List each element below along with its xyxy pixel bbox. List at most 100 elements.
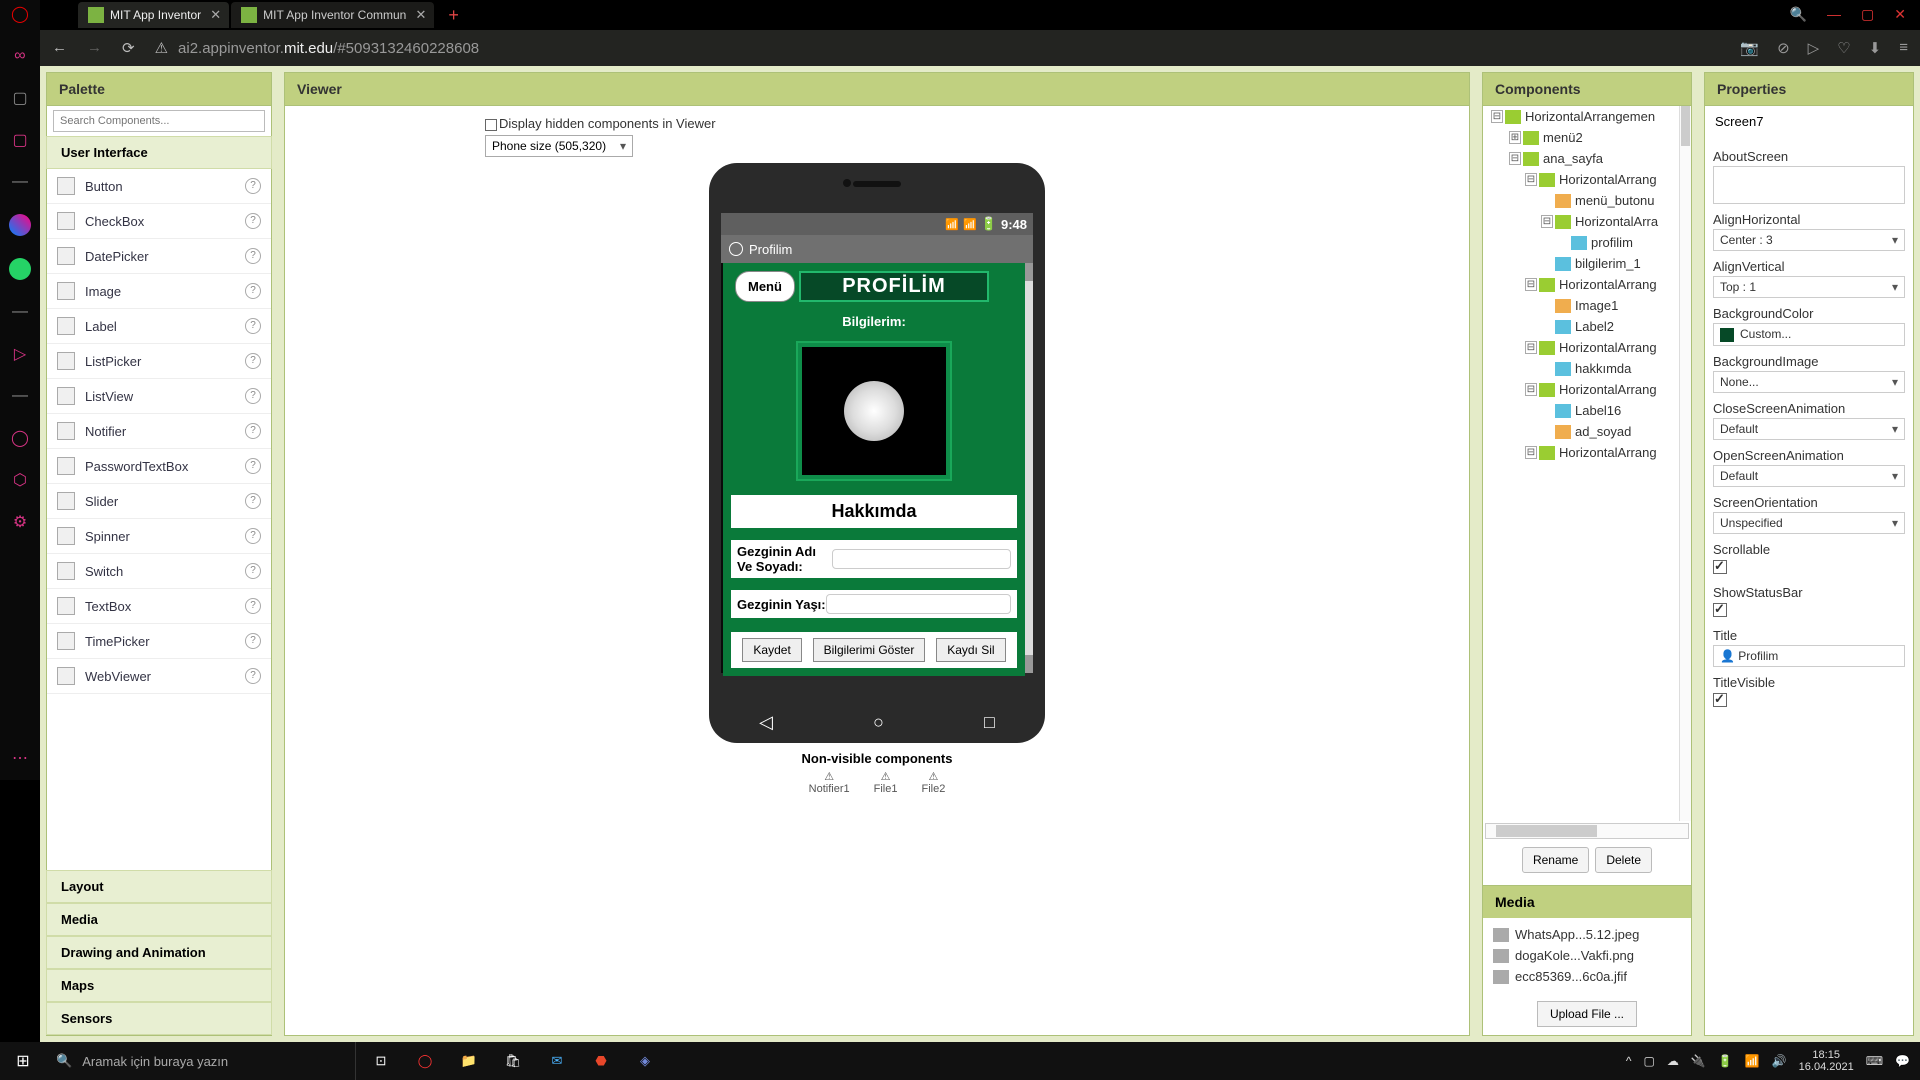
- palette-item-label[interactable]: Label?: [47, 309, 271, 344]
- prop-backgroundimage[interactable]: None...: [1713, 371, 1905, 393]
- play-icon[interactable]: ▷: [10, 344, 30, 364]
- briefcase-icon[interactable]: ▢: [10, 88, 30, 108]
- display-hidden-checkbox[interactable]: Display hidden components in Viewer: [485, 116, 716, 131]
- expand-icon[interactable]: ⊟: [1525, 383, 1537, 396]
- category-user-interface[interactable]: User Interface: [46, 136, 272, 169]
- url-field[interactable]: ⚠ ai2.appinventor.mit.edu/#5093132460228…: [155, 39, 1741, 57]
- palette-item-checkbox[interactable]: CheckBox?: [47, 204, 271, 239]
- help-icon[interactable]: ?: [245, 668, 261, 684]
- wifi-tray-icon[interactable]: 📶: [1745, 1054, 1760, 1068]
- chevron-up-icon[interactable]: ^: [1626, 1054, 1632, 1068]
- category-layout[interactable]: Layout: [46, 870, 272, 903]
- expand-icon[interactable]: ⊟: [1525, 278, 1537, 291]
- gear-icon[interactable]: ⚙: [10, 512, 30, 532]
- tab-close-icon[interactable]: ✕: [415, 7, 426, 23]
- palette-item-spinner[interactable]: Spinner?: [47, 519, 271, 554]
- prop-aboutscreen[interactable]: [1713, 166, 1905, 204]
- onedrive-icon[interactable]: ☁: [1667, 1054, 1679, 1068]
- help-icon[interactable]: ?: [245, 633, 261, 649]
- help-icon[interactable]: ?: [245, 388, 261, 404]
- palette-item-listpicker[interactable]: ListPicker?: [47, 344, 271, 379]
- delete-button[interactable]: Delete: [1595, 847, 1652, 873]
- palette-item-notifier[interactable]: Notifier?: [47, 414, 271, 449]
- help-icon[interactable]: ?: [245, 248, 261, 264]
- whatsapp-icon[interactable]: [9, 258, 31, 280]
- help-icon[interactable]: ?: [245, 283, 261, 299]
- category-sensors[interactable]: Sensors: [46, 1002, 272, 1035]
- tray-icon[interactable]: ▢: [1644, 1054, 1655, 1068]
- help-icon[interactable]: ?: [245, 598, 261, 614]
- taskview-icon[interactable]: ⊡: [364, 1046, 398, 1076]
- nonvisible-notifier1[interactable]: ⚠Notifier1: [809, 770, 850, 795]
- gx-icon[interactable]: ∞: [10, 46, 30, 66]
- expand-icon[interactable]: ⊟: [1525, 446, 1537, 459]
- palette-item-datepicker[interactable]: DatePicker?: [47, 239, 271, 274]
- reload-icon[interactable]: ⟳: [122, 39, 135, 57]
- palette-item-timepicker[interactable]: TimePicker?: [47, 624, 271, 659]
- tree-node[interactable]: ad_soyad: [1539, 421, 1691, 442]
- help-icon[interactable]: ?: [245, 423, 261, 439]
- more-icon[interactable]: ⋯: [10, 748, 30, 768]
- prop-titlevisible[interactable]: [1713, 693, 1727, 707]
- prop-closescreenanimation[interactable]: Default: [1713, 418, 1905, 440]
- help-icon[interactable]: ?: [245, 318, 261, 334]
- maximize-icon[interactable]: ▢: [1861, 6, 1874, 23]
- opera-icon[interactable]: ◯: [10, 4, 30, 24]
- prop-backgroundcolor[interactable]: Custom...: [1713, 323, 1905, 346]
- messenger-icon[interactable]: [9, 214, 31, 236]
- components-tree[interactable]: ⊟HorizontalArrangemen⊞menü2⊟ana_sayfa⊟Ho…: [1483, 106, 1691, 821]
- explorer-icon[interactable]: 📁: [452, 1046, 486, 1076]
- send-icon[interactable]: ▷: [1808, 39, 1820, 57]
- search-icon[interactable]: 🔍: [1790, 6, 1807, 23]
- category-maps[interactable]: Maps: [46, 969, 272, 1002]
- expand-icon[interactable]: ⊟: [1541, 215, 1553, 228]
- taskbar-search[interactable]: 🔍 Aramak için buraya yazın: [46, 1042, 356, 1080]
- tree-node[interactable]: ⊞menü2: [1507, 127, 1691, 148]
- volume-icon[interactable]: 🔊: [1772, 1054, 1787, 1068]
- nonvisible-file1[interactable]: ⚠File1: [874, 770, 898, 795]
- media-file[interactable]: ecc85369...6c0a.jfif: [1493, 966, 1681, 987]
- close-icon[interactable]: ✕: [1894, 6, 1906, 23]
- usb-icon[interactable]: 🔌: [1691, 1054, 1706, 1068]
- tab-community[interactable]: MIT App Inventor Commun ✕: [231, 2, 434, 28]
- age-input[interactable]: [826, 594, 1011, 614]
- mail-icon[interactable]: ✉: [540, 1046, 574, 1076]
- tree-node[interactable]: menü_butonu: [1539, 190, 1691, 211]
- heart-icon[interactable]: ♡: [1837, 39, 1850, 57]
- office-icon[interactable]: ⬣: [584, 1046, 618, 1076]
- palette-item-passwordtextbox[interactable]: PasswordTextBox?: [47, 449, 271, 484]
- expand-icon[interactable]: ⊟: [1525, 341, 1537, 354]
- minimize-icon[interactable]: —: [1827, 6, 1841, 23]
- tree-node[interactable]: ⊟HorizontalArrang: [1523, 337, 1691, 358]
- tree-node[interactable]: bilgilerim_1: [1539, 253, 1691, 274]
- name-input[interactable]: [832, 549, 1011, 569]
- back-icon[interactable]: ←: [52, 39, 67, 57]
- preview-scrollbar[interactable]: [1025, 263, 1033, 673]
- goster-button[interactable]: Bilgilerimi Göster: [813, 638, 926, 662]
- nonvisible-file2[interactable]: ⚠File2: [921, 770, 945, 795]
- palette-item-image[interactable]: Image?: [47, 274, 271, 309]
- cube-icon[interactable]: ⬡: [10, 470, 30, 490]
- kaydet-button[interactable]: Kaydet: [742, 638, 801, 662]
- help-icon[interactable]: ?: [245, 493, 261, 509]
- tree-node[interactable]: ⊟ana_sayfa: [1507, 148, 1691, 169]
- ime-icon[interactable]: ⌨: [1866, 1054, 1883, 1068]
- prop-openscreenanimation[interactable]: Default: [1713, 465, 1905, 487]
- help-icon[interactable]: ?: [245, 353, 261, 369]
- prop-scrollable[interactable]: [1713, 560, 1727, 574]
- help-icon[interactable]: ?: [245, 213, 261, 229]
- camera-icon[interactable]: 📷: [1740, 39, 1759, 57]
- help-icon[interactable]: ?: [245, 528, 261, 544]
- expand-icon[interactable]: ⊟: [1525, 173, 1537, 186]
- taskbar-clock[interactable]: 18:15 16.04.2021: [1799, 1049, 1854, 1073]
- palette-item-webviewer[interactable]: WebViewer?: [47, 659, 271, 694]
- phone-size-select[interactable]: Phone size (505,320): [485, 135, 633, 157]
- tree-node[interactable]: ⊟HorizontalArrang: [1523, 169, 1691, 190]
- phone-screen[interactable]: 📶 📶 🔋 9:48 Profilim Menü: [721, 213, 1033, 673]
- dash-icon[interactable]: —: [10, 172, 30, 192]
- tree-node[interactable]: profilim: [1555, 232, 1691, 253]
- prop-title[interactable]: 👤 Profilim: [1713, 645, 1905, 667]
- palette-item-listview[interactable]: ListView?: [47, 379, 271, 414]
- tree-node[interactable]: ⊟HorizontalArrangemen: [1489, 106, 1691, 127]
- media-file[interactable]: dogaKole...Vakfi.png: [1493, 945, 1681, 966]
